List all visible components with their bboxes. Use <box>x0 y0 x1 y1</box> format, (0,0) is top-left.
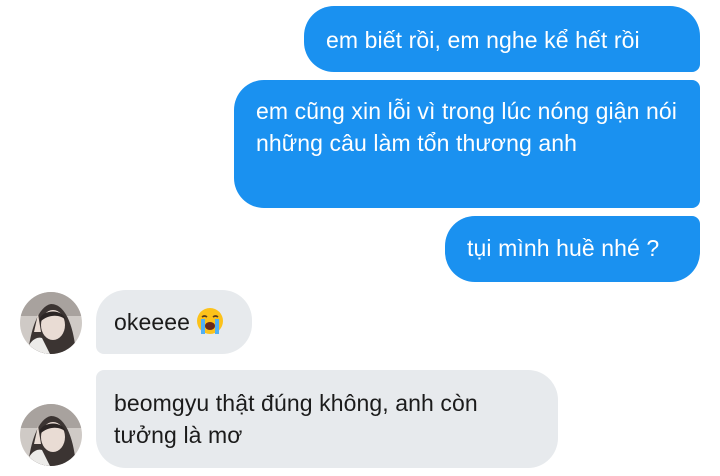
message-text: beomgyu thật đúng không, anh còn tưởng l… <box>114 390 478 448</box>
outgoing-message-bubble[interactable]: em biết rồi, em nghe kể hết rồi <box>304 6 700 72</box>
message-text: tụi mình huề nhé ? <box>467 235 660 261</box>
chat-thread: em biết rồi, em nghe kể hết rồi em cũng … <box>0 0 720 476</box>
loudly-crying-face-icon <box>196 307 224 343</box>
message-text: em cũng xin lỗi vì trong lúc nóng giận n… <box>256 98 678 156</box>
contact-avatar[interactable] <box>20 292 82 354</box>
incoming-message-bubble[interactable]: okeeee <box>96 290 252 354</box>
incoming-message-bubble[interactable]: beomgyu thật đúng không, anh còn tưởng l… <box>96 370 558 468</box>
outgoing-message-bubble[interactable]: tụi mình huề nhé ? <box>445 216 700 282</box>
outgoing-message-bubble[interactable]: em cũng xin lỗi vì trong lúc nóng giận n… <box>234 80 700 208</box>
message-text: em biết rồi, em nghe kể hết rồi <box>326 27 640 53</box>
message-text: okeeee <box>114 309 191 335</box>
contact-avatar[interactable] <box>20 404 82 466</box>
